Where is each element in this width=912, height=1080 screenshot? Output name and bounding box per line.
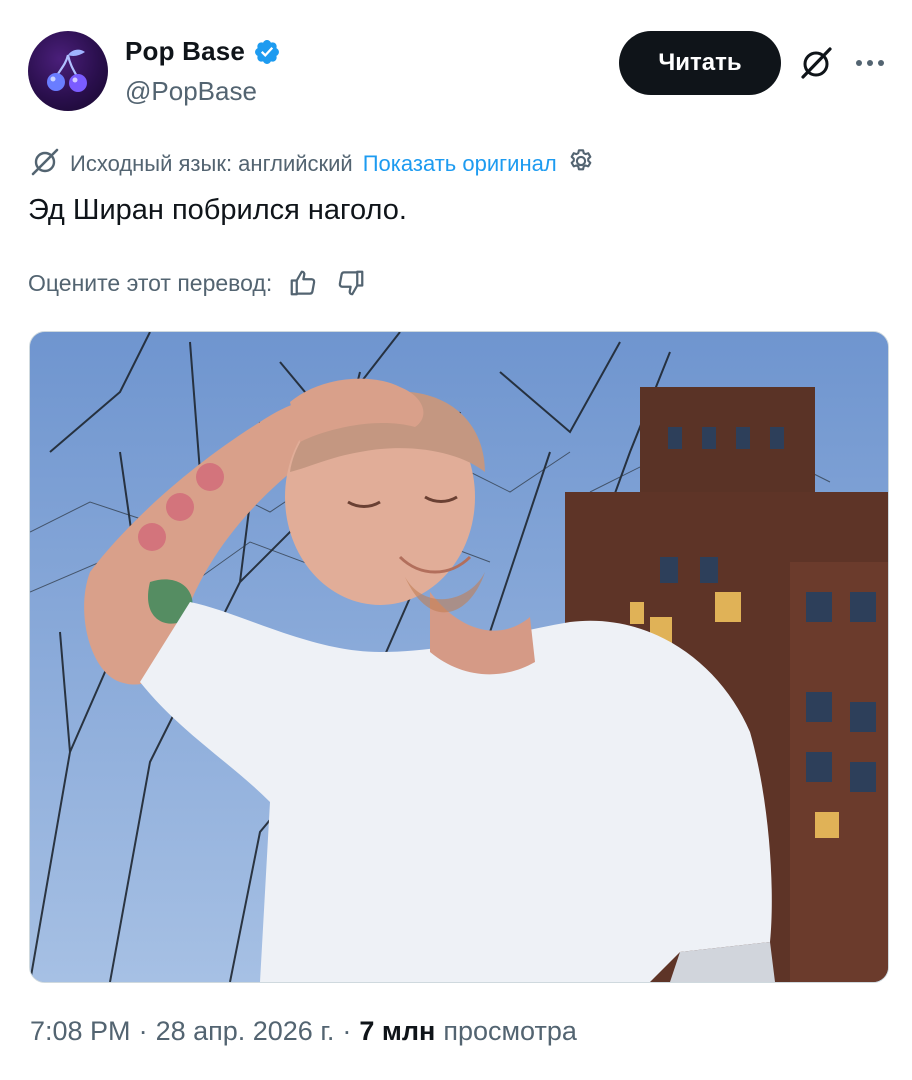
- gear-icon[interactable]: [567, 147, 595, 181]
- tweet-date[interactable]: 28 апр. 2026 г.: [156, 1016, 335, 1047]
- follow-button[interactable]: Читать: [619, 31, 781, 95]
- verified-badge-icon[interactable]: [253, 38, 281, 66]
- thumbs-up-icon[interactable]: [286, 266, 320, 300]
- account-handle[interactable]: @PopBase: [125, 76, 257, 107]
- views-count[interactable]: 7 млн: [359, 1016, 435, 1047]
- meta-separator: ·: [342, 1016, 352, 1046]
- thumbs-down-icon[interactable]: [334, 266, 368, 300]
- tweet-header: Pop Base @PopBase Читать: [0, 0, 912, 120]
- rate-translation: Оцените этот перевод:: [28, 266, 368, 300]
- translation-notice: Исходный язык: английский Показать ориги…: [30, 146, 595, 182]
- avatar[interactable]: [28, 31, 108, 111]
- show-original-link[interactable]: Показать оригинал: [363, 151, 557, 177]
- tweet-photo[interactable]: [29, 331, 889, 983]
- translate-icon: [30, 146, 60, 182]
- tweet-time[interactable]: 7:08 PM: [30, 1016, 131, 1047]
- tweet-meta: 7:08 PM · 28 апр. 2026 г. · 7 млн просмо…: [30, 1016, 577, 1047]
- name-row: Pop Base: [125, 36, 281, 67]
- meta-separator: ·: [138, 1016, 148, 1046]
- more-icon[interactable]: [852, 48, 888, 78]
- cherries-icon: [47, 49, 87, 92]
- views-label: просмотра: [443, 1016, 577, 1046]
- tweet-text: Эд Ширан побрился наголо.: [28, 194, 407, 226]
- display-name[interactable]: Pop Base: [125, 36, 245, 67]
- grok-icon[interactable]: [797, 44, 835, 82]
- source-language-text: Исходный язык: английский: [70, 151, 353, 176]
- rate-prompt: Оцените этот перевод:: [28, 269, 273, 296]
